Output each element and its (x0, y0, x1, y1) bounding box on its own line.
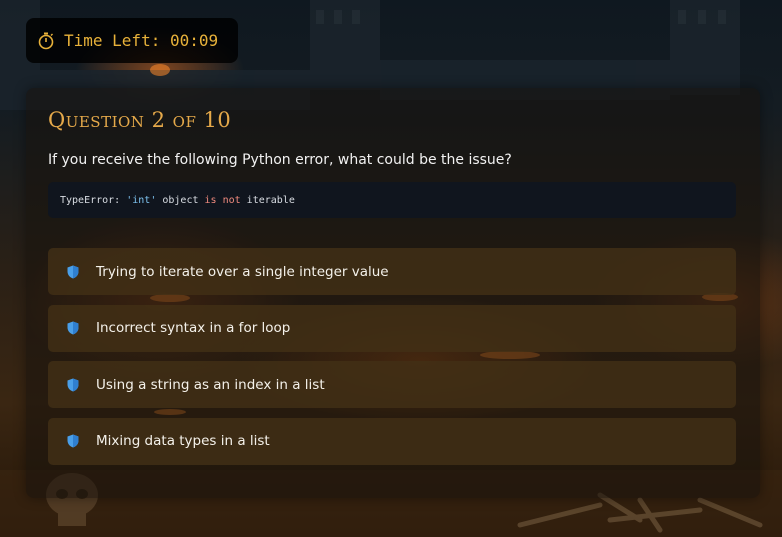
shield-icon (67, 378, 79, 391)
error-code-block: TypeError: 'int' object is not iterable (48, 182, 736, 218)
timer-display: Time Left: 00:09 (26, 18, 238, 63)
timer-label: Time Left: 00:09 (64, 31, 219, 50)
question-text: If you receive the following Python erro… (48, 152, 512, 168)
code-keyword-is: is (204, 194, 217, 206)
stopwatch-icon (38, 32, 54, 49)
shield-icon (67, 434, 79, 448)
question-panel: Question 2 of 10 If you receive the foll… (26, 88, 760, 498)
answer-option-label: Using a string as an index in a list (96, 376, 325, 393)
answer-options: Trying to iterate over a single integer … (48, 248, 736, 474)
answer-option-label: Mixing data types in a list (96, 433, 270, 449)
answer-option-label: Incorrect syntax in a for loop (96, 320, 291, 336)
code-suffix: iterable (240, 194, 295, 206)
answer-option-label: Trying to iterate over a single integer … (96, 263, 389, 280)
code-middle: object (156, 194, 205, 206)
answer-option-1[interactable]: Trying to iterate over a single integer … (48, 248, 736, 295)
question-title: Question 2 of 10 (48, 108, 232, 132)
answer-option-4[interactable]: Mixing data types in a list (48, 417, 736, 465)
answer-option-3[interactable]: Using a string as an index in a list (48, 361, 736, 408)
shield-icon (67, 265, 79, 278)
code-string: 'int' (126, 194, 157, 206)
code-prefix: TypeError: (60, 194, 127, 206)
answer-option-2[interactable]: Incorrect syntax in a for loop (48, 304, 736, 352)
shield-icon (67, 321, 79, 335)
code-keyword-not: not (222, 194, 241, 206)
